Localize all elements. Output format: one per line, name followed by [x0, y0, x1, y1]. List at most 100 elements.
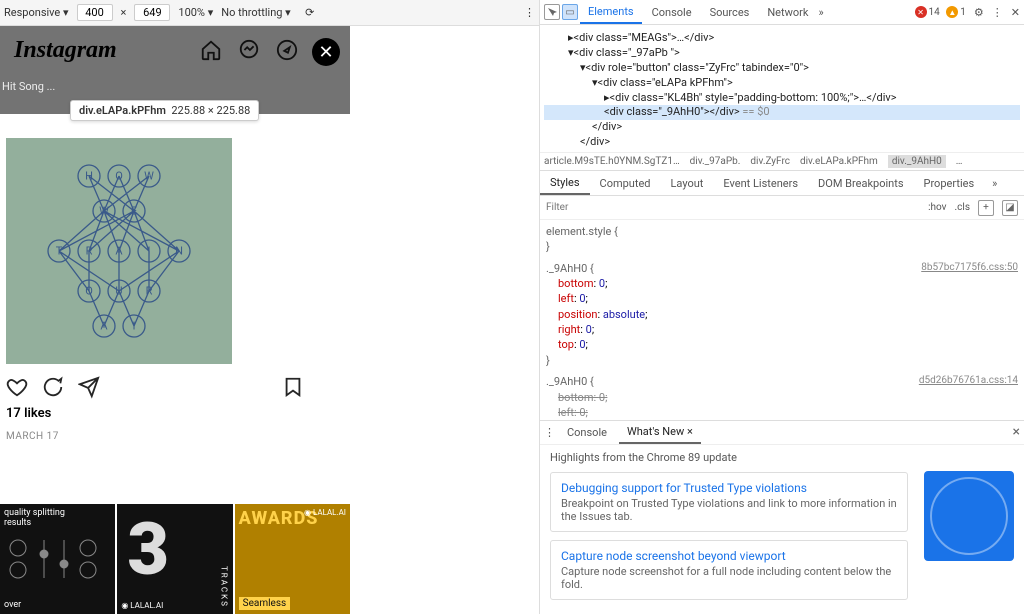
style-selector: ._9AhH0 { [546, 375, 594, 388]
svg-text:O: O [85, 285, 93, 298]
style-rule[interactable]: element.style {} [546, 224, 1018, 255]
like-icon[interactable] [6, 376, 28, 398]
inspect-tooltip: div.eLAPa.kPFhm 225.88 × 225.88 [70, 100, 259, 121]
svg-text:I: I [148, 245, 151, 258]
styles-more-icon[interactable]: » [984, 177, 1005, 190]
tab-styles[interactable]: Styles [540, 172, 590, 195]
post-modal: div.eLAPa.kPFhm 225.88 × 225.88 [0, 114, 350, 614]
drawer-tab-console[interactable]: Console [559, 422, 615, 443]
toggle-common-rendering-icon[interactable]: ◪ [1002, 200, 1018, 216]
devtools-tab-bar: ▭ Elements Console Sources Network » ✕14… [540, 0, 1024, 25]
post-actions [6, 372, 344, 402]
devtools-menu-icon[interactable]: ⋮ [992, 6, 1003, 19]
whats-new-card[interactable]: Debugging support for Trusted Type viola… [550, 472, 908, 532]
settings-icon[interactable]: ⚙ [974, 6, 984, 19]
dom-node[interactable]: </div> [544, 120, 1020, 135]
drawer-tab-whats-new[interactable]: What's New × [619, 421, 701, 444]
rotate-icon[interactable]: ⟳ [299, 2, 321, 24]
styles-filter-row: :hov .cls + ◪ [540, 196, 1024, 219]
grid-tile[interactable]: 3 TRACKS ◉ LALAL.AI [117, 504, 232, 614]
elements-breadcrumb[interactable]: article.M9sTE.h0YNM.SgTZ1… div._97aPb. d… [540, 152, 1024, 171]
tab-layout[interactable]: Layout [661, 173, 714, 194]
device-select[interactable]: Responsive ▾ [4, 6, 69, 19]
styles-tab-bar: Styles Computed Layout Event Listeners D… [540, 171, 1024, 196]
viewport-width-input[interactable] [77, 4, 113, 21]
tab-dom-breakpoints[interactable]: DOM Breakpoints [808, 173, 913, 194]
dom-node[interactable]: ▸<div class="KL4Bh" style="padding-botto… [544, 91, 1020, 106]
tile-big-number: 3 [127, 514, 169, 586]
svg-text:W: W [144, 170, 154, 183]
rule-source-link[interactable]: 8b57bc7175f6.css:50 [921, 261, 1018, 275]
devtools-close-icon[interactable]: ✕ [1011, 6, 1020, 19]
device-toolbar-more-icon[interactable]: ⋮ [524, 6, 535, 19]
tile-text: quality splitting [4, 508, 111, 518]
dom-node[interactable]: ▾<div class="_97aPb "> [544, 46, 1020, 61]
tab-console[interactable]: Console [644, 2, 700, 23]
device-toggle-icon[interactable]: ▭ [562, 4, 578, 20]
dom-node[interactable]: </div> [544, 135, 1020, 150]
new-style-rule-icon[interactable]: + [978, 200, 994, 216]
tab-network[interactable]: Network [759, 2, 816, 23]
zoom-select[interactable]: 100% ▾ [178, 6, 213, 19]
dom-node[interactable]: ▾<div role="button" class="ZyFrc" tabind… [544, 61, 1020, 76]
feed-grid: quality splitting results over 3 TRACKS … [0, 504, 350, 614]
svg-text:T: T [56, 245, 63, 258]
more-tabs-icon[interactable]: » [818, 6, 823, 19]
dom-node[interactable]: ▾<div class="eLAPa kPFhm"> [544, 76, 1020, 91]
rule-source-link[interactable]: d5d26b76761a.css:14 [919, 374, 1018, 388]
breadcrumb-item[interactable]: div.ZyFrc [750, 156, 790, 167]
inspect-element-icon[interactable] [544, 4, 560, 20]
drawer-close-icon[interactable]: × [1013, 424, 1020, 440]
breadcrumb-item-active[interactable]: div._9AhH0 [888, 155, 946, 168]
device-toolbar: Responsive ▾ × 100% ▾ No throttling ▾ ⟳ … [0, 0, 539, 26]
tile-text: Seamless [239, 597, 291, 610]
styles-filter-input[interactable] [546, 202, 928, 213]
breadcrumb-item[interactable]: div._97aPb. [690, 156, 741, 167]
svg-text:A: A [115, 245, 123, 258]
likes-count[interactable]: 17 likes [6, 406, 344, 421]
svg-text:W: W [99, 205, 109, 218]
style-selector: ._9AhH0 { [546, 262, 594, 275]
style-rule[interactable]: d5d26b76761a.css:14 ._9AhH0 { bottom: 0;… [546, 374, 1018, 419]
grid-tile[interactable]: AWARDS ◉ LALAL.AI Seamless [235, 504, 350, 614]
device-viewport: Instagram ✕ Hit Song ... div.eLAPa.kPFhm… [0, 26, 539, 614]
tab-sources[interactable]: Sources [702, 2, 758, 23]
whats-new-card[interactable]: Capture node screenshot beyond viewport … [550, 540, 908, 600]
tab-properties[interactable]: Properties [914, 173, 985, 194]
svg-text:A: A [100, 320, 108, 333]
svg-text:U: U [115, 285, 122, 298]
breadcrumb-item[interactable]: div.eLAPa.kPFhm [800, 156, 878, 167]
svg-text:O: O [115, 170, 123, 183]
svg-text:H: H [85, 170, 93, 183]
breadcrumb-item[interactable]: article.M9sTE.h0YNM.SgTZ1… [544, 156, 680, 167]
styles-pane[interactable]: element.style {} 8b57bc7175f6.css:50 ._9… [540, 220, 1024, 420]
drawer-menu-icon[interactable]: ⋮ [544, 426, 555, 439]
drawer-tab-bar: ⋮ Console What's New × × [540, 420, 1024, 445]
elements-dom-tree[interactable]: ▸<div class="MEAGs">…</div> ▾<div class=… [540, 25, 1024, 151]
card-title: Capture node screenshot beyond viewport [561, 549, 897, 563]
tile-text: over [4, 600, 21, 610]
grid-tile[interactable]: quality splitting results over [0, 504, 115, 614]
hov-toggle[interactable]: :hov [928, 202, 946, 213]
tab-close-icon[interactable]: × [687, 425, 693, 438]
post-image[interactable]: HOW WE TRAIN OUR AI [6, 138, 232, 364]
throttling-select[interactable]: No throttling ▾ [221, 6, 290, 19]
svg-text:E: E [131, 205, 137, 218]
breadcrumb-more[interactable]: … [956, 156, 963, 167]
style-rule[interactable]: 8b57bc7175f6.css:50 ._9AhH0 { bottom: 0;… [546, 261, 1018, 369]
error-count-badge[interactable]: ✕14 ▲1 [915, 6, 966, 18]
share-icon[interactable] [78, 376, 100, 398]
comment-icon[interactable] [42, 376, 64, 398]
tab-event-listeners[interactable]: Event Listeners [713, 173, 808, 194]
tab-computed[interactable]: Computed [590, 173, 661, 194]
whats-new-panel: Highlights from the Chrome 89 update Deb… [540, 445, 1024, 614]
card-description: Breakpoint on Trusted Type violations an… [561, 497, 897, 523]
viewport-height-input[interactable] [134, 4, 170, 21]
cls-toggle[interactable]: .cls [955, 202, 970, 213]
save-icon[interactable] [282, 376, 304, 398]
tab-elements[interactable]: Elements [580, 1, 642, 24]
dom-node[interactable]: ▸<div class="MEAGs">…</div> [544, 31, 1020, 46]
card-title: Debugging support for Trusted Type viola… [561, 481, 897, 495]
dom-node-selected[interactable]: <div class="_9AhH0"></div> == $0 [544, 105, 1020, 120]
close-icon[interactable]: ✕ [312, 38, 340, 66]
